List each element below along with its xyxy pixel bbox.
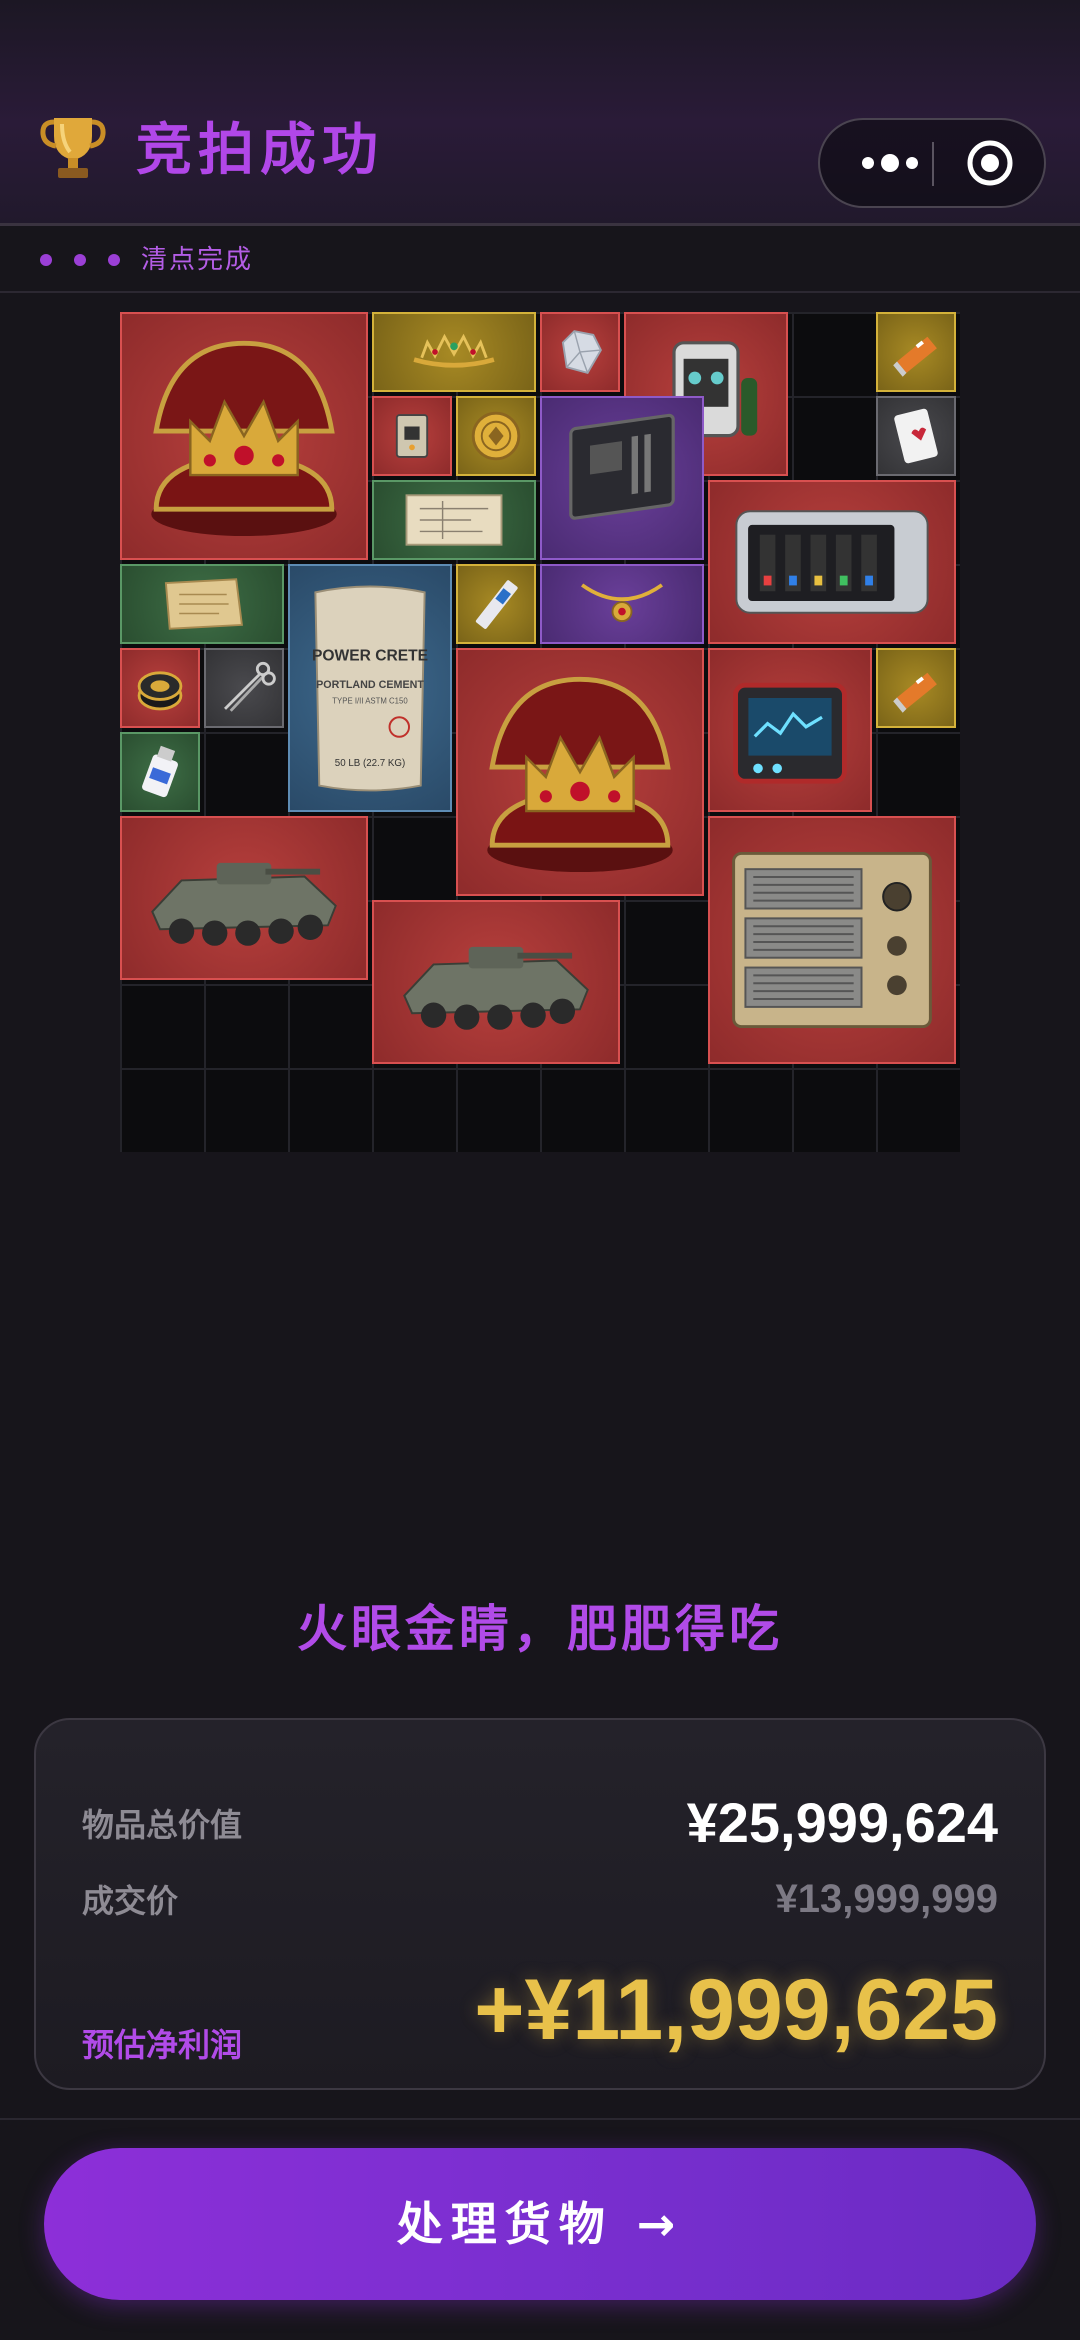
mini-program-capsule [818,118,1046,208]
playing-card-item[interactable] [876,396,956,476]
page-title: 竞拍成功 [136,118,384,183]
crown-case-item[interactable] [120,312,368,560]
inventory-grid: POWER CRETE PORTLAND CEMENT TYPE I/II AS… [120,312,960,1152]
armored-vehicle-item[interactable] [120,816,368,980]
cement-weight-label: 50 LB (22.7 KG) [335,758,405,769]
cement-brand-label: POWER CRETE [312,648,428,665]
ssd-drive-item[interactable] [456,564,536,644]
net-profit-label: 预估净利润 [82,2026,243,2064]
target-circle-icon[interactable] [944,120,1044,206]
orange-card-pack-item[interactable] [876,648,956,728]
top-bar: 竞拍成功 [0,0,1080,226]
cement-spec-label: TYPE I/II ASTM C150 [332,697,408,706]
total-value-label: 物品总价值 [82,1806,243,1844]
total-value: ¥25,999,624 [686,1791,998,1854]
status-text: 清点完成 [141,245,254,275]
status-dot [74,254,86,266]
diamond-item[interactable] [540,312,620,392]
deal-price-value: ¥13,999,999 [775,1877,998,1921]
server-storage-item[interactable] [708,480,956,644]
crown-case-item[interactable] [456,648,704,896]
cement-bag-item[interactable]: POWER CRETE PORTLAND CEMENT TYPE I/II AS… [288,564,452,812]
gold-necklace-item[interactable] [540,564,704,644]
orange-card-pack-item[interactable] [876,312,956,392]
gold-coin-item[interactable] [456,396,536,476]
net-profit-value: +¥11,999,625 [474,1962,998,2058]
process-goods-button[interactable]: 处理货物 → [44,2148,1036,2300]
capsule-divider [932,142,934,186]
field-monitor-item[interactable] [708,648,872,812]
status-bar: 清点完成 [0,229,1080,293]
medicine-bottle-item[interactable] [120,732,200,812]
armored-vehicle-item[interactable] [372,900,620,1064]
status-dot [40,254,52,266]
circuit-module-item[interactable] [372,396,452,476]
military-power-unit-item[interactable] [708,816,956,1064]
motherboard-item[interactable] [540,396,704,560]
bottom-divider [0,2118,1080,2120]
surgical-scissors-item[interactable] [204,648,284,728]
process-goods-label: 处理货物 → [396,2197,684,2251]
more-dots-icon[interactable] [846,120,934,206]
summary-card: 物品总价值 ¥25,999,624 成交价 ¥13,999,999 预估净利润 … [34,1718,1046,2090]
cement-type-label: PORTLAND CEMENT [316,679,424,691]
blueprint-item[interactable] [372,480,536,560]
old-paper-item[interactable] [120,564,284,644]
gold-tiara-item[interactable] [372,312,536,392]
deal-price-label: 成交价 [82,1882,179,1920]
slogan-text: 火眼金睛，肥肥得吃 [297,1600,783,1658]
lighter-item[interactable] [120,648,200,728]
trophy-icon [40,112,106,184]
status-dot [108,254,120,266]
